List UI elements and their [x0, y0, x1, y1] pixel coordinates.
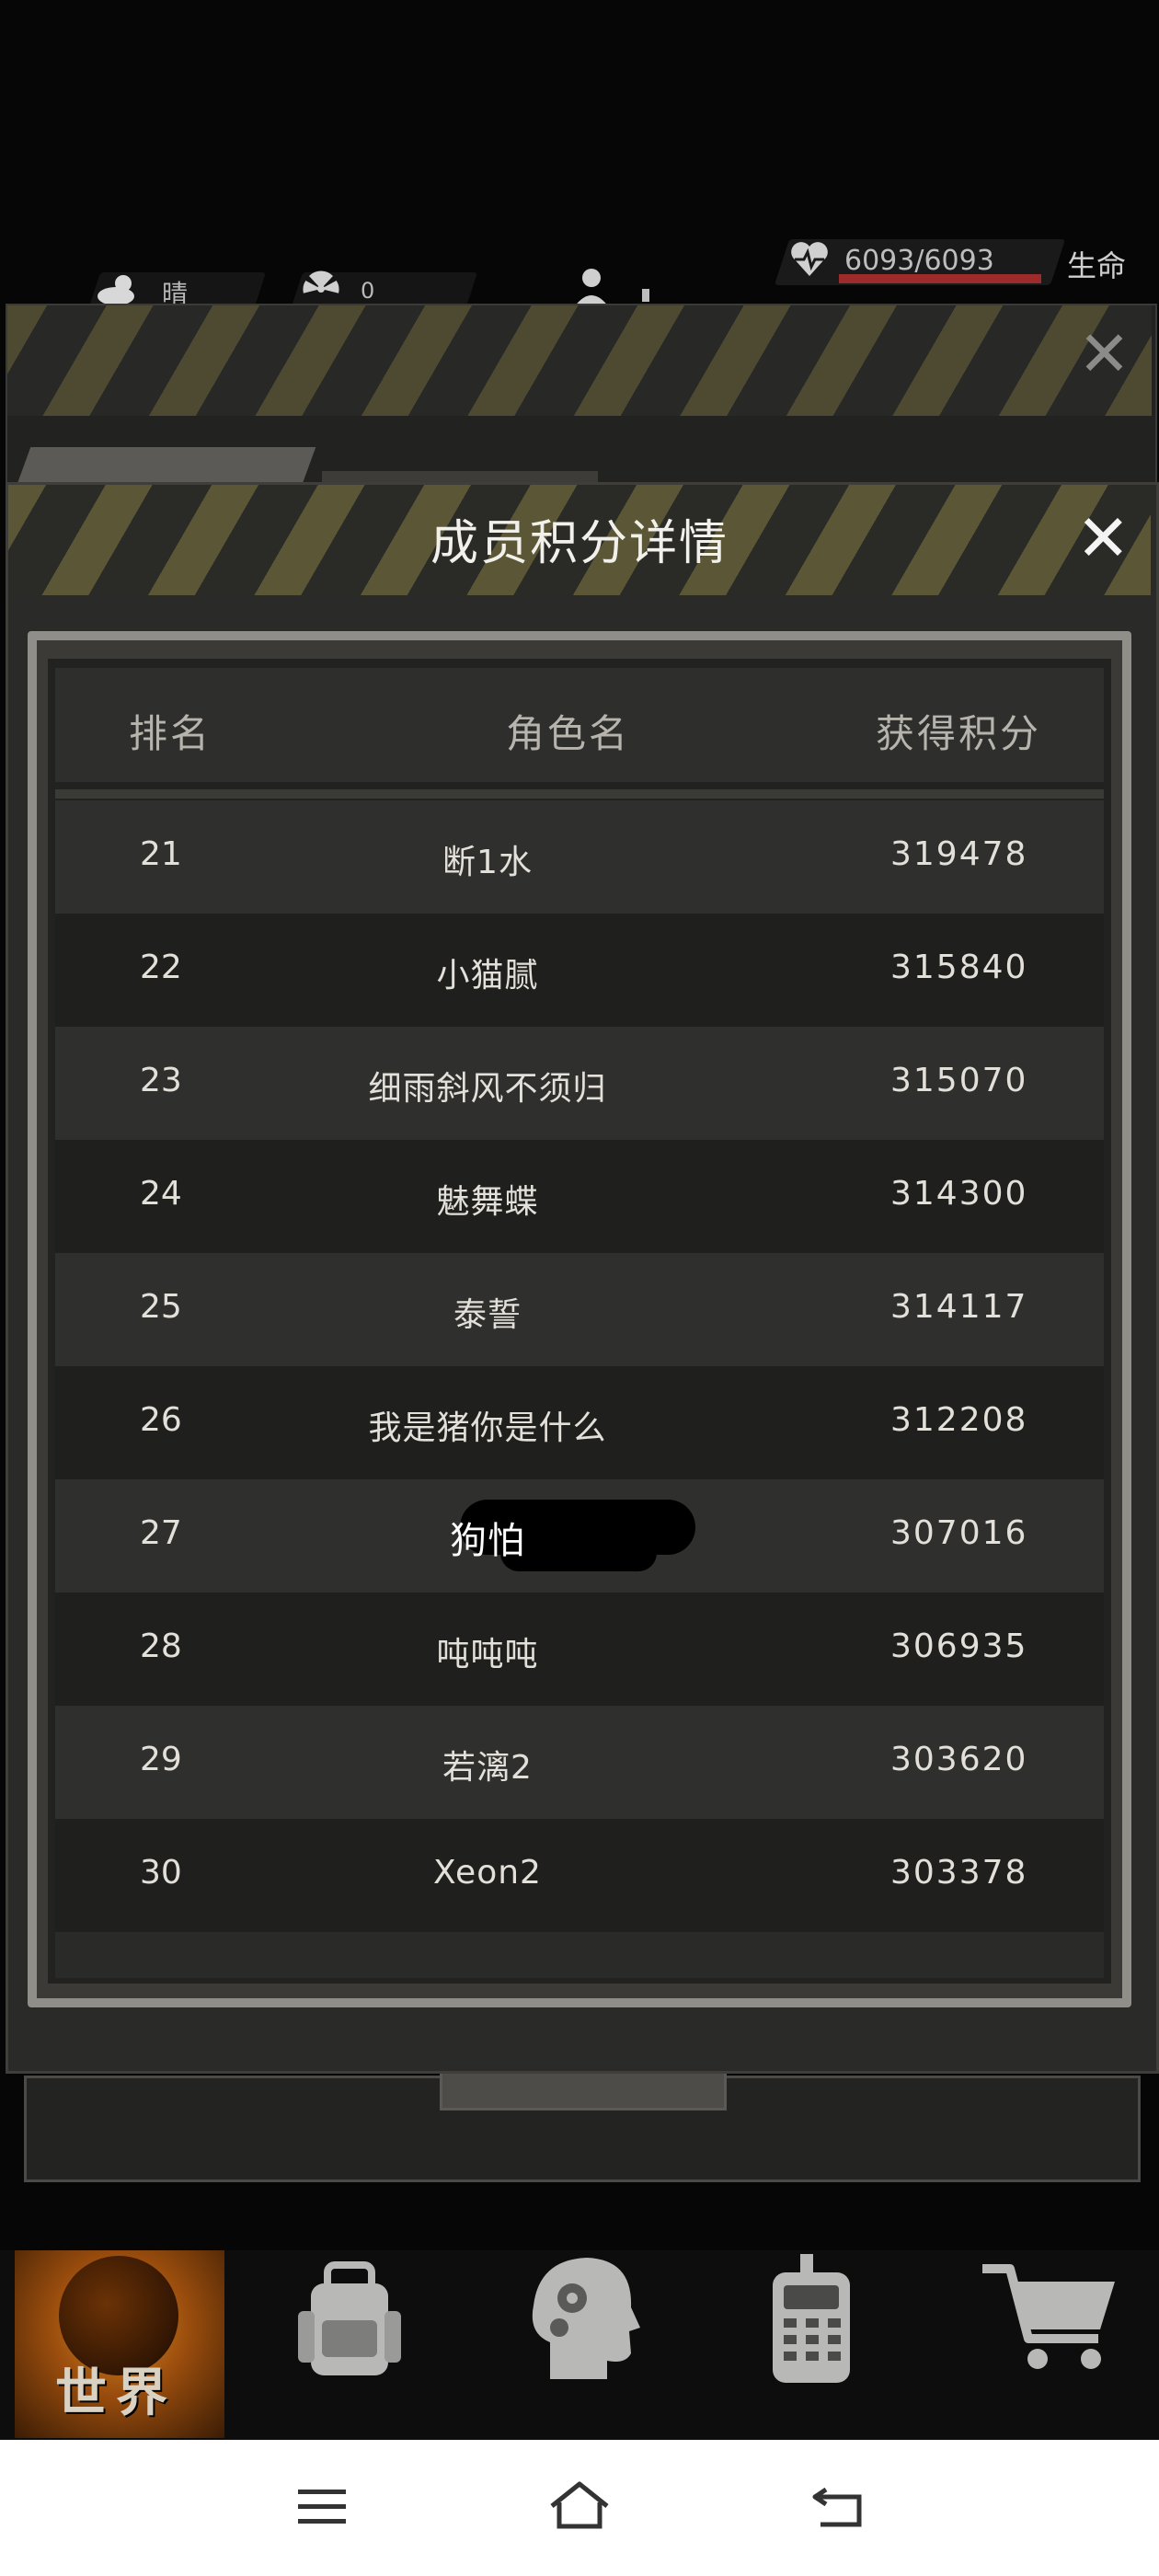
shop-cart-icon[interactable]	[977, 2250, 1124, 2379]
row-rank: 27	[140, 1514, 182, 1552]
heart-pulse-icon	[791, 242, 828, 276]
background-panel-header	[7, 305, 1152, 416]
row-name: Xeon2	[433, 1854, 542, 1892]
row-score: 315070	[890, 1062, 1028, 1099]
close-icon[interactable]: ✕	[1076, 506, 1130, 570]
row-rank: 26	[140, 1401, 182, 1439]
background-close-icon[interactable]: ✕	[1078, 324, 1130, 386]
table-row[interactable]: 21 断1水 319478	[55, 800, 1104, 914]
row-rank: 22	[140, 949, 182, 986]
hp-text: 6093/6093	[844, 245, 994, 277]
row-rank: 30	[140, 1854, 182, 1892]
person-icon	[574, 269, 609, 307]
column-rank-header: 排名	[129, 711, 212, 756]
row-rank: 23	[140, 1062, 182, 1099]
table-row[interactable]: 30 Xeon2 303378	[55, 1819, 1104, 1932]
background-tab[interactable]	[17, 447, 316, 484]
backpack-icon[interactable]	[285, 2256, 414, 2385]
row-rank: 25	[140, 1288, 182, 1326]
row-rank: 29	[140, 1741, 182, 1778]
row-name: 细雨斜风不须归	[368, 1070, 607, 1108]
row-name: 狗怕	[450, 1520, 525, 1562]
row-name: 断1水	[442, 844, 533, 881]
table-row[interactable]: 29 若漓2 303620	[55, 1706, 1104, 1819]
row-score: 319478	[890, 835, 1028, 873]
header-divider	[55, 789, 1104, 799]
radiation-value: 0	[361, 278, 375, 304]
row-score: 314117	[890, 1288, 1028, 1326]
table-row[interactable]: 28 吨吨吨 306935	[55, 1593, 1104, 1706]
row-score: 314300	[890, 1175, 1028, 1213]
row-score: 306935	[890, 1627, 1028, 1665]
person-count-mark	[642, 289, 649, 302]
back-icon[interactable]	[808, 2478, 868, 2534]
row-score: 303378	[890, 1854, 1028, 1892]
hp-label: 生命	[1067, 248, 1127, 283]
row-score: 312208	[890, 1401, 1028, 1439]
column-name-header: 角色名	[506, 711, 631, 756]
home-icon[interactable]	[546, 2478, 613, 2534]
row-score: 315840	[890, 949, 1028, 986]
radio-icon[interactable]	[763, 2250, 865, 2388]
row-rank: 24	[140, 1175, 182, 1213]
hp-bar	[839, 274, 1041, 283]
skills-head-icon[interactable]	[522, 2250, 642, 2388]
weather-cloud-sun-icon	[98, 275, 134, 305]
row-rank: 21	[140, 835, 182, 873]
radiation-icon	[303, 270, 339, 293]
row-name: 小猫腻	[436, 957, 539, 995]
column-score-header: 获得积分	[876, 711, 1042, 756]
row-name: 若漓2	[442, 1749, 533, 1787]
table-row[interactable]: 27 狗怕 307016	[55, 1479, 1104, 1593]
row-name: 泰誓	[453, 1296, 522, 1334]
table-row[interactable]: 23 细雨斜风不须归 315070	[55, 1027, 1104, 1140]
row-name: 我是猪你是什么	[368, 1409, 607, 1447]
table-row[interactable]: 26 我是猪你是什么 312208	[55, 1366, 1104, 1479]
table-row[interactable]: 25 泰誓 314117	[55, 1253, 1104, 1366]
nav-world-label: 世界	[55, 2363, 177, 2423]
status-strip: 晴 0 6093/6093 生命	[0, 239, 1159, 324]
menu-icon[interactable]	[294, 2484, 350, 2530]
table-row[interactable]: 24 魅舞蝶 314300	[55, 1140, 1104, 1253]
row-rank: 28	[140, 1627, 182, 1665]
row-score: 303620	[890, 1741, 1028, 1778]
table-row[interactable]: 22 小猫腻 315840	[55, 914, 1104, 1027]
table-footer	[55, 1932, 1104, 1978]
row-name: 吨吨吨	[436, 1636, 539, 1673]
row-score: 307016	[890, 1514, 1028, 1552]
row-name: 魅舞蝶	[436, 1183, 539, 1221]
modal-title: 成员积分详情	[430, 516, 729, 571]
